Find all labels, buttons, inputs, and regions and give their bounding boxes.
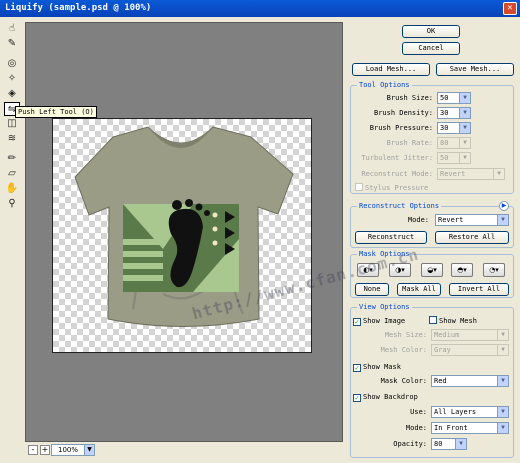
mesh-size-label: Mesh Size: [384, 331, 427, 339]
mirror-icon[interactable]: ◫ [4, 117, 20, 131]
twirl-clockwise-icon[interactable]: ◎ [4, 57, 20, 71]
brush-pressure-field[interactable]: 30 ▼ [437, 122, 471, 134]
chevron-down-icon[interactable]: ▼ [459, 123, 470, 133]
brush-rate-field: 80 ▼ [437, 137, 471, 149]
none-button[interactable]: None [355, 283, 389, 296]
restore-all-button[interactable]: Restore All [435, 231, 509, 244]
brush-size-label: Brush Size: [386, 94, 433, 102]
show-image-checkbox[interactable]: ✓ Show Image [353, 316, 405, 326]
use-select[interactable]: All Layers ▼ [431, 406, 509, 418]
chevron-down-icon[interactable]: ▼ [497, 423, 508, 433]
thaw-mask-icon[interactable]: ▱ [4, 167, 20, 181]
mask-options-group: Mask Options ◐▾ ◑▾ ◒▾ ◓▾ ◔▾ None Mask Al… [350, 250, 514, 298]
mask-options-title: Mask Options [357, 250, 412, 259]
check-icon: ✓ [353, 364, 361, 372]
mask-all-button[interactable]: Mask All [397, 283, 441, 296]
reconstruct-options-title: Reconstruct Options [357, 202, 442, 211]
intersect-selection-icon[interactable]: ◓▾ [451, 263, 473, 277]
opacity-label: Opacity: [393, 440, 427, 448]
chevron-down-icon[interactable]: ▼ [459, 93, 470, 103]
add-to-selection-icon[interactable]: ◑▾ [389, 263, 411, 277]
replace-selection-icon[interactable]: ◐▾ [357, 263, 379, 277]
document-image[interactable] [52, 118, 312, 353]
check-icon: ✓ [353, 394, 361, 402]
turbulent-jitter-field: 50 ▼ [437, 152, 471, 164]
tool-tooltip: Push Left Tool (O) [15, 106, 97, 118]
forward-warp-icon[interactable]: ☝ [4, 22, 20, 36]
reconstruct-mode-label: Mode: [407, 216, 429, 224]
brush-density-field[interactable]: 30 ▼ [437, 107, 471, 119]
mesh-size-select: Medium ▼ [431, 329, 509, 341]
options-panel: OK Cancel Load Mesh... Save Mesh... Tool… [346, 22, 518, 460]
ok-button[interactable]: OK [402, 25, 460, 38]
chevron-down-icon: ▼ [497, 345, 508, 355]
reconstruct-options-group: Reconstruct Options ▶ Mode: Revert ▼ Reco… [350, 201, 514, 248]
invert-all-button[interactable]: Invert All [449, 283, 509, 296]
save-mesh-button[interactable]: Save Mesh... [436, 63, 514, 76]
brush-rate-label: Brush Rate: [386, 139, 433, 147]
mesh-color-select: Gray ▼ [431, 344, 509, 356]
zoom-select[interactable]: 100% ▼ [51, 444, 95, 456]
zoom-in-button[interactable]: + [40, 445, 50, 455]
tshirt-image [74, 126, 294, 327]
show-mask-checkbox[interactable]: ✓ Show Mask [353, 362, 401, 372]
subtract-selection-icon[interactable]: ◒▾ [421, 263, 443, 277]
mode-label: Mode: [405, 424, 427, 432]
window-title: Liquify (sample.psd @ 100%) [5, 3, 152, 13]
title-bar: Liquify (sample.psd @ 100%) ✕ [0, 0, 520, 17]
tool-options-title: Tool Options [357, 81, 412, 90]
close-icon[interactable]: ✕ [503, 2, 517, 15]
tool-options-group: Tool Options Brush Size: 50 ▼ Brush Densi… [350, 81, 514, 194]
view-options-group: View Options ✓ Show Image Show Mesh Mesh … [350, 303, 514, 458]
use-label: Use: [410, 408, 427, 416]
chevron-down-icon: ▼ [459, 153, 470, 163]
chevron-down-icon: ▼ [493, 169, 504, 179]
load-mesh-button[interactable]: Load Mesh... [352, 63, 430, 76]
reconstruct-mode-label: Reconstruct Mode: [361, 170, 433, 178]
brush-pressure-label: Brush Pressure: [369, 124, 433, 132]
preview-canvas[interactable] [25, 22, 343, 442]
mask-color-label: Mask Color: [380, 377, 427, 385]
brush-size-field[interactable]: 50 ▼ [437, 92, 471, 104]
show-backdrop-checkbox[interactable]: ✓ Show Backdrop [353, 392, 418, 402]
zoom-icon[interactable]: ⚲ [4, 197, 20, 211]
zoom-value: 100% [58, 446, 79, 454]
liquify-dialog: Liquify (sample.psd @ 100%) ✕ ☝ ✎ ◎ ✧ ◈ … [0, 0, 520, 463]
invert-selection-icon[interactable]: ◔▾ [483, 263, 505, 277]
reconstruct-mode-select[interactable]: Revert ▼ [435, 214, 509, 226]
mesh-color-label: Mesh Color: [380, 346, 427, 354]
reconstruct-button[interactable]: Reconstruct [355, 231, 427, 244]
reconstruct-mode-select: Revert ▼ [437, 168, 505, 180]
brush-density-label: Brush Density: [373, 109, 433, 117]
turbulent-jitter-label: Turbulent Jitter: [361, 154, 433, 162]
reconstruct-icon[interactable]: ✎ [4, 37, 20, 51]
chevron-down-icon[interactable]: ▼ [497, 376, 508, 386]
view-options-title: View Options [357, 303, 412, 312]
turbulence-icon[interactable]: ≋ [4, 132, 20, 146]
chevron-down-icon[interactable]: ▼ [84, 445, 94, 455]
status-bar: - + 100% ▼ [25, 444, 343, 458]
mode-select[interactable]: In Front ▼ [431, 422, 509, 434]
show-mesh-checkbox[interactable]: Show Mesh [429, 316, 477, 326]
chevron-down-icon: ▼ [459, 138, 470, 148]
chevron-down-icon[interactable]: ▼ [455, 439, 466, 449]
mask-color-select[interactable]: Red ▼ [431, 375, 509, 387]
opacity-field[interactable]: 80 ▼ [431, 438, 467, 450]
freeze-mask-icon[interactable]: ✏ [4, 152, 20, 166]
pucker-icon[interactable]: ✧ [4, 72, 20, 86]
cancel-button[interactable]: Cancel [402, 42, 460, 55]
expand-icon[interactable]: ▶ [499, 201, 509, 211]
chevron-down-icon: ▼ [497, 330, 508, 340]
chevron-down-icon[interactable]: ▼ [497, 215, 508, 225]
shirt-print [123, 199, 239, 292]
hand-icon[interactable]: ✋ [4, 182, 20, 196]
check-icon: ✓ [353, 318, 361, 326]
zoom-out-button[interactable]: - [28, 445, 38, 455]
bloat-icon[interactable]: ◈ [4, 87, 20, 101]
chevron-down-icon[interactable]: ▼ [497, 407, 508, 417]
chevron-down-icon[interactable]: ▼ [459, 108, 470, 118]
stylus-pressure-checkbox: Stylus Pressure [355, 183, 428, 193]
